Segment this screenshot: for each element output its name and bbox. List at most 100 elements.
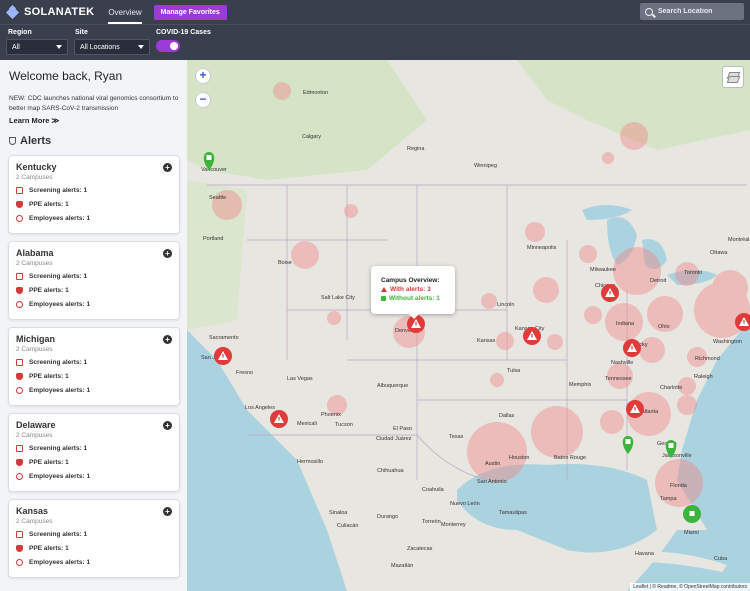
mask-icon bbox=[16, 545, 23, 552]
site-label: Site bbox=[75, 29, 88, 36]
popup-title: Campus Overview: bbox=[381, 277, 440, 284]
search-box[interactable] bbox=[640, 3, 744, 20]
ppe-alerts-text: PPE alerts: 1 bbox=[29, 287, 69, 294]
hotspot bbox=[490, 373, 504, 387]
city-label: Phoenix bbox=[321, 412, 341, 418]
filter-bar: Region All Site All Locations COVID-19 C… bbox=[0, 24, 750, 60]
alert-card-delaware[interactable]: Delaware 2 Campuses + Screening alerts: … bbox=[8, 413, 180, 492]
map-view[interactable]: Edmonton Calgary Regina Winnipeg Vancouv… bbox=[187, 60, 750, 591]
ppe-alerts-text: PPE alerts: 1 bbox=[29, 545, 69, 552]
city-label: Baton Rouge bbox=[554, 455, 586, 461]
map-attribution[interactable]: Leaflet | © Readme, © OpenStreetMap cont… bbox=[630, 583, 750, 591]
city-label: Toronto bbox=[684, 270, 702, 276]
city-label: Nashville bbox=[611, 360, 633, 366]
hotspot bbox=[496, 332, 514, 350]
ppe-alerts: PPE alerts: 1 bbox=[16, 201, 69, 208]
city-label: Milwaukee bbox=[590, 267, 616, 273]
user-icon bbox=[16, 473, 23, 480]
city-label: Raleigh bbox=[694, 374, 713, 380]
hotspot bbox=[327, 311, 341, 325]
doc-icon bbox=[16, 187, 23, 194]
screening-alerts: Screening alerts: 1 bbox=[16, 359, 87, 366]
zoom-out-button[interactable]: − bbox=[195, 92, 211, 108]
screening-alerts-text: Screening alerts: 1 bbox=[29, 531, 88, 538]
city-label: Albuquerque bbox=[377, 383, 408, 389]
map-canvas[interactable]: Edmonton Calgary Regina Winnipeg Vancouv… bbox=[187, 60, 750, 591]
city-label: San Antonio bbox=[477, 479, 507, 485]
hotspot bbox=[525, 222, 545, 242]
search-input[interactable] bbox=[658, 8, 744, 15]
city-label: Richmond bbox=[695, 356, 720, 362]
zoom-in-button[interactable]: + bbox=[195, 68, 211, 84]
sidebar: Welcome back, Ryan NEW: CDC launches nat… bbox=[0, 60, 187, 591]
hotspot bbox=[467, 422, 527, 482]
city-label: Portland bbox=[203, 236, 224, 242]
logo-icon bbox=[5, 4, 20, 20]
city-label: Tamaulipas bbox=[499, 510, 527, 516]
user-icon bbox=[16, 301, 23, 308]
warning-icon[interactable] bbox=[214, 347, 232, 365]
region-label: Region bbox=[8, 29, 32, 36]
employee-alerts: Employees alerts: 1 bbox=[16, 473, 90, 480]
layers-button[interactable] bbox=[722, 66, 744, 88]
city-label: Florida bbox=[670, 483, 688, 489]
mask-icon bbox=[16, 287, 23, 294]
city-label: Tampa bbox=[660, 496, 677, 502]
plus-circle-icon[interactable]: + bbox=[163, 421, 172, 430]
city-label: El Paso bbox=[393, 426, 412, 432]
thumbs-up-icon[interactable] bbox=[683, 505, 701, 523]
screening-alerts-text: Screening alerts: 1 bbox=[29, 187, 88, 194]
warning-icon[interactable] bbox=[601, 284, 619, 302]
city-label: Vancouver bbox=[201, 167, 227, 173]
plus-circle-icon[interactable]: + bbox=[163, 507, 172, 516]
logo[interactable]: SOLANATEK bbox=[5, 4, 94, 20]
alert-card-michigan[interactable]: Michigan 2 Campuses + Screening alerts: … bbox=[8, 327, 180, 406]
doc-icon bbox=[16, 273, 23, 280]
news-text: NEW: CDC launches national viral genomic… bbox=[9, 95, 179, 112]
city-label: Jacksonville bbox=[662, 453, 692, 459]
learn-more-link[interactable]: Learn More ≫ bbox=[9, 116, 59, 125]
tab-overview[interactable]: Overview bbox=[108, 0, 142, 24]
hotspot bbox=[481, 293, 497, 309]
city-label: Zacatecas bbox=[407, 546, 433, 552]
ppe-alerts: PPE alerts: 1 bbox=[16, 287, 69, 294]
user-icon bbox=[16, 215, 23, 222]
warning-icon[interactable] bbox=[270, 410, 288, 428]
mask-icon bbox=[16, 201, 23, 208]
employee-alerts: Employees alerts: 1 bbox=[16, 301, 90, 308]
city-label: Montréal bbox=[728, 237, 749, 243]
card-title: Michigan bbox=[16, 334, 56, 344]
ppe-alerts-text: PPE alerts: 1 bbox=[29, 373, 69, 380]
city-label: Lincoln bbox=[497, 302, 514, 308]
covid-toggle[interactable] bbox=[156, 40, 180, 52]
city-label: Minneapolis bbox=[527, 245, 557, 251]
city-label: Tucson bbox=[335, 422, 353, 428]
employee-alerts-text: Employees alerts: 1 bbox=[29, 559, 91, 566]
region-select[interactable]: All bbox=[6, 39, 68, 55]
site-select[interactable]: All Locations bbox=[74, 39, 150, 55]
card-title: Kentucky bbox=[16, 162, 57, 172]
shield-icon bbox=[9, 137, 16, 145]
screening-alerts-text: Screening alerts: 1 bbox=[29, 445, 88, 452]
warning-icon[interactable] bbox=[623, 339, 641, 357]
city-label: Charlotte bbox=[660, 385, 682, 391]
hotspot bbox=[677, 395, 697, 415]
plus-circle-icon[interactable]: + bbox=[163, 249, 172, 258]
city-label: Hermosillo bbox=[297, 459, 323, 465]
city-label: Sinaloa bbox=[329, 510, 348, 516]
manage-favorites-button[interactable]: Manage Favorites bbox=[153, 4, 227, 20]
plus-circle-icon[interactable]: + bbox=[163, 335, 172, 344]
card-campuses: 2 Campuses bbox=[16, 174, 53, 181]
alert-card-kansas[interactable]: Kansas 2 Campuses + Screening alerts: 1 … bbox=[8, 499, 180, 578]
city-label: Culiacán bbox=[337, 523, 358, 529]
employee-alerts: Employees alerts: 1 bbox=[16, 559, 90, 566]
plus-circle-icon[interactable]: + bbox=[163, 163, 172, 172]
alerts-title: Alerts bbox=[20, 135, 52, 147]
city-label: Washington bbox=[713, 339, 742, 345]
warning-icon[interactable] bbox=[523, 327, 541, 345]
alert-card-alabama[interactable]: Alabama 2 Campuses + Screening alerts: 1… bbox=[8, 241, 180, 320]
alert-card-kentucky[interactable]: Kentucky 2 Campuses + Screening alerts: … bbox=[8, 155, 180, 234]
warning-icon[interactable] bbox=[626, 400, 644, 418]
city-label: Mexicali bbox=[297, 421, 317, 427]
covid-label: COVID-19 Cases bbox=[156, 29, 211, 36]
